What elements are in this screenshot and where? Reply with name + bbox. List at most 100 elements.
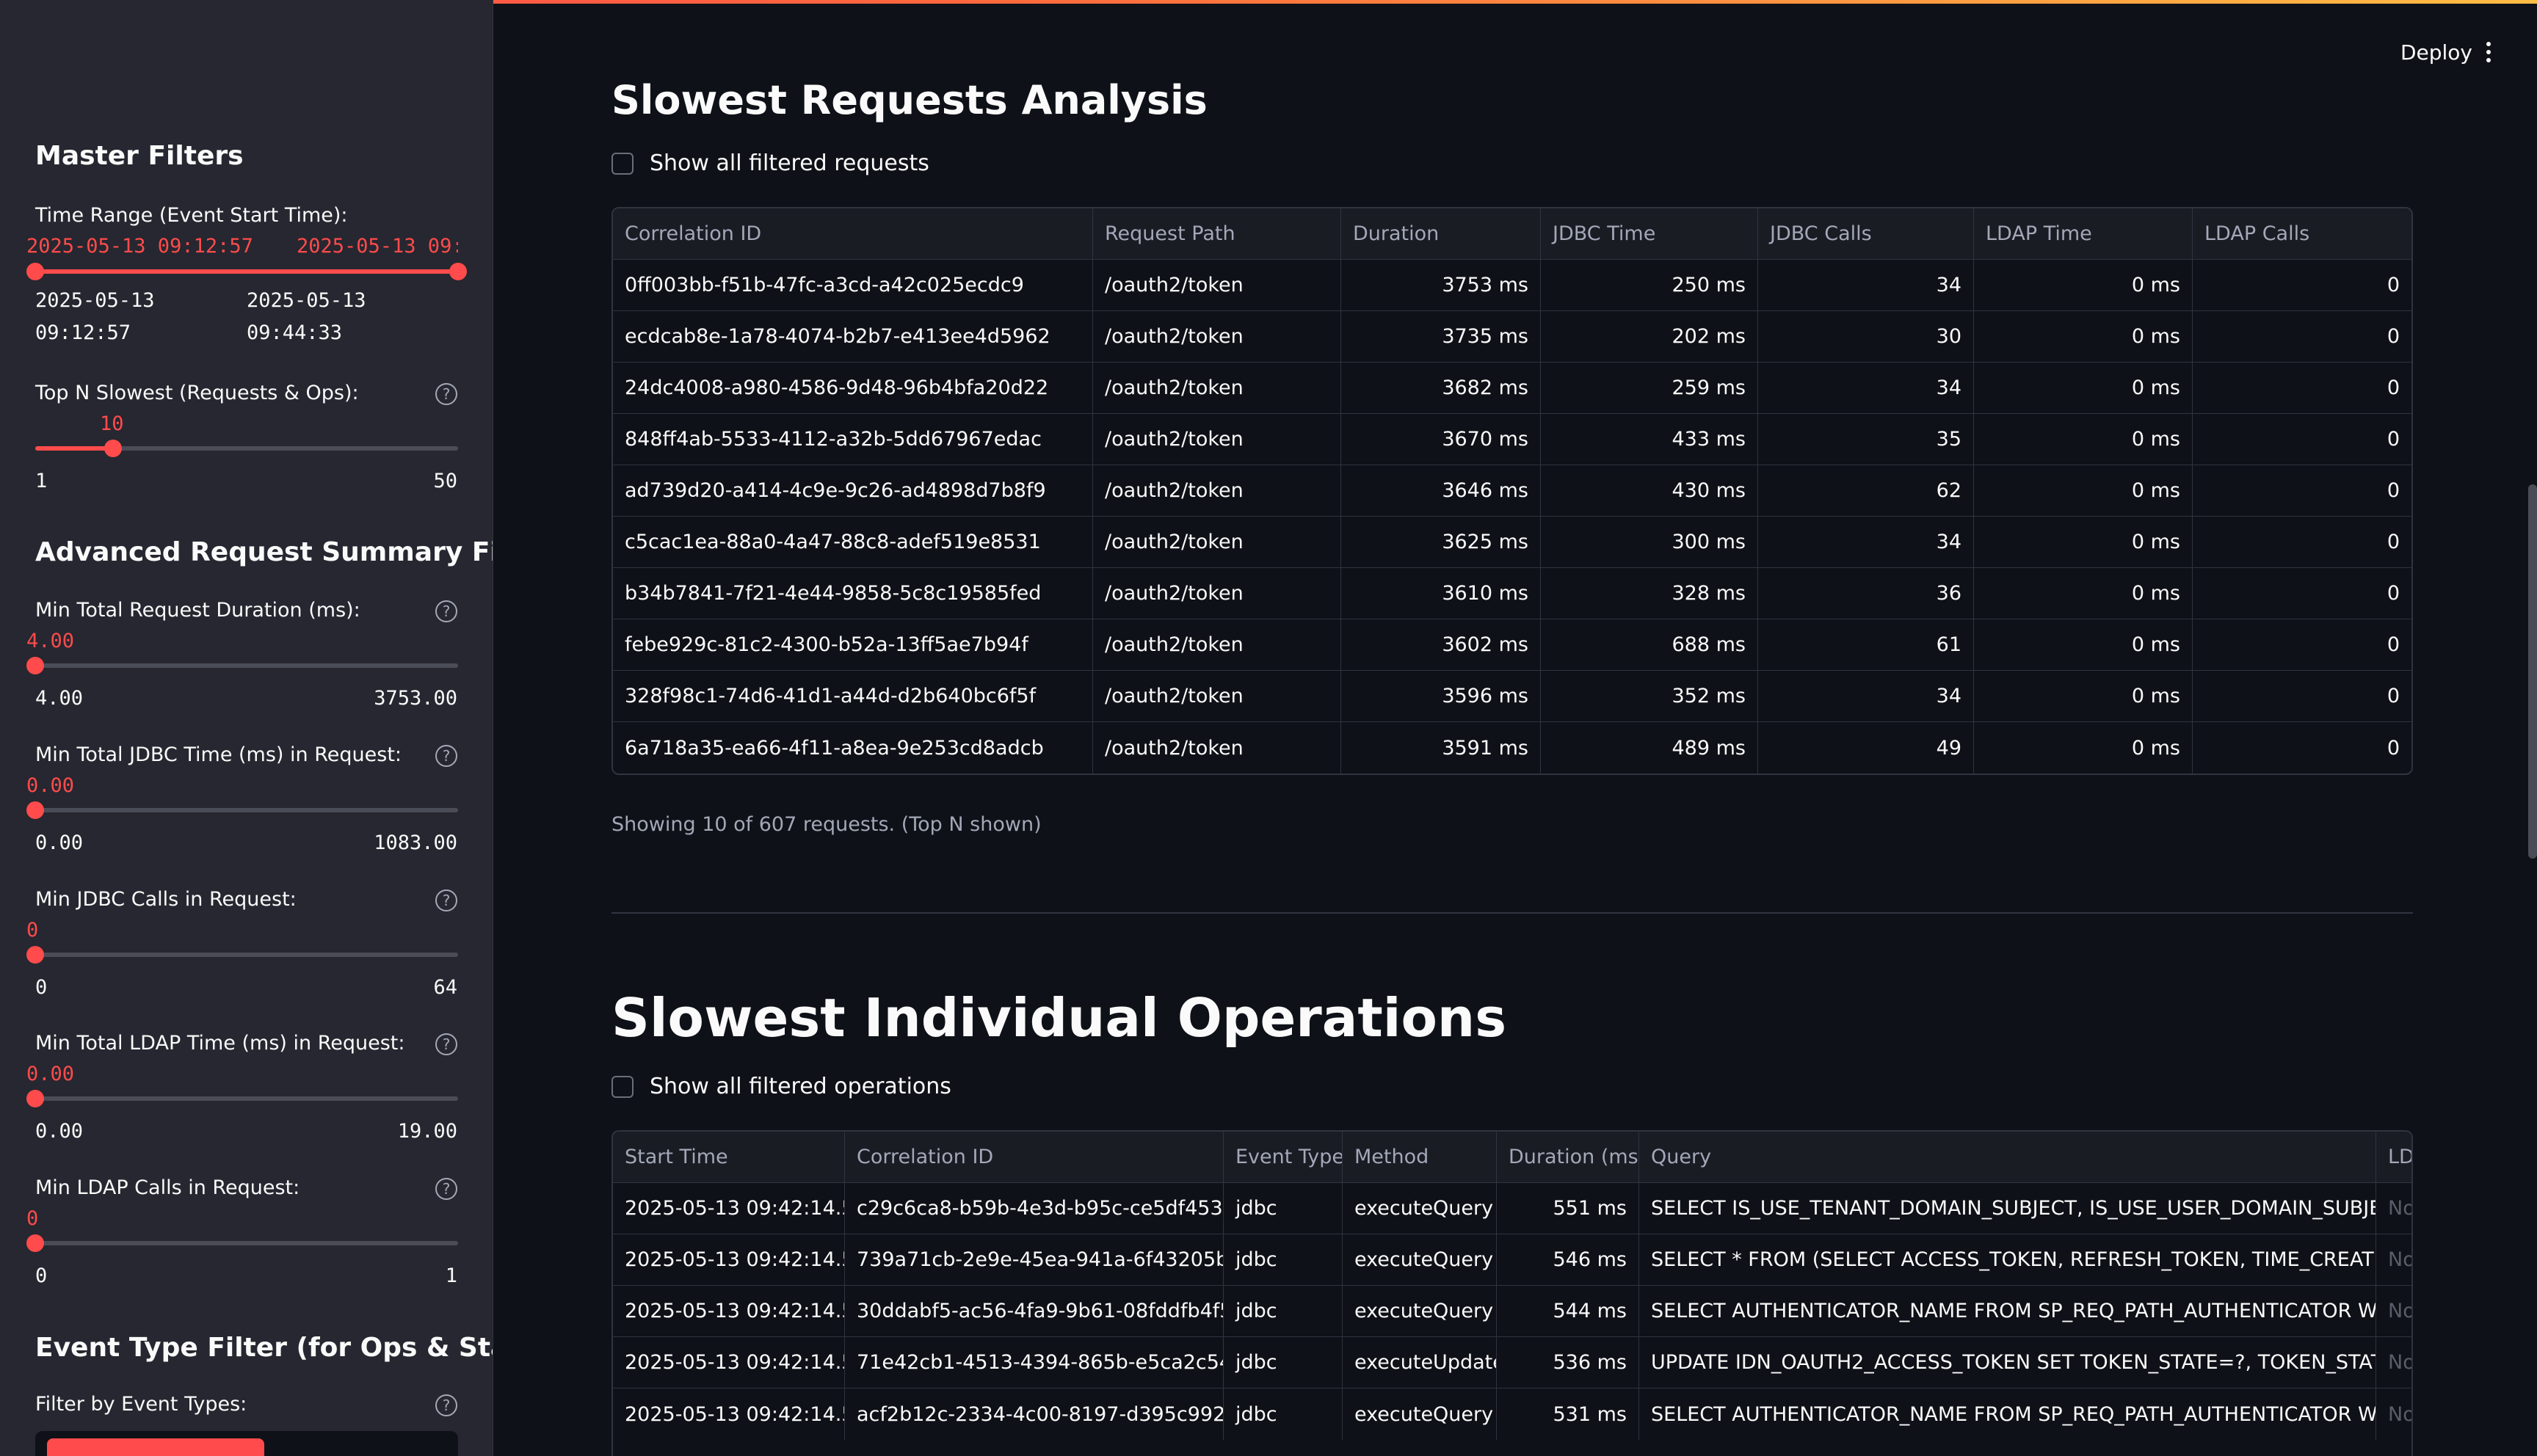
table-cell[interactable]: executeQuery (1343, 1286, 1497, 1336)
table-cell[interactable]: 30ddabf5-ac56-4fa9-9b61-08fddfb4f5b5 (845, 1286, 1224, 1336)
table-cell[interactable]: Nor (2376, 1337, 2411, 1388)
table-cell[interactable]: Nor (2376, 1183, 2411, 1234)
table-cell[interactable]: 489 ms (1541, 722, 1758, 774)
operations-table[interactable]: Start Time Correlation ID Event Type Met… (611, 1130, 2413, 1456)
table-cell[interactable]: c29c6ca8-b59b-4e3d-b95c-ce5df453eb56 (845, 1183, 1224, 1234)
time-range-track[interactable] (26, 263, 467, 280)
min-duration-track[interactable] (26, 657, 458, 674)
table-cell[interactable]: 0 ms (1974, 414, 2193, 465)
table-row[interactable]: 2025-05-13 09:42:14.57530ddabf5-ac56-4fa… (613, 1286, 2411, 1337)
table-cell[interactable]: /oauth2/token (1093, 414, 1341, 465)
table-cell[interactable]: 3646 ms (1341, 465, 1541, 516)
table-cell[interactable]: 848ff4ab-5533-4112-a32b-5dd67967edac (613, 414, 1093, 465)
help-icon[interactable]: ? (435, 889, 457, 911)
table-cell[interactable]: executeUpdate (1343, 1337, 1497, 1388)
table-cell[interactable]: executeQuery (1343, 1234, 1497, 1285)
table-cell[interactable]: 0 ms (1974, 260, 2193, 310)
deploy-button[interactable]: Deploy (2400, 40, 2472, 65)
table-cell[interactable]: 3602 ms (1341, 619, 1541, 670)
column-header[interactable]: Method (1343, 1132, 1497, 1182)
table-cell[interactable]: /oauth2/token (1093, 363, 1341, 413)
table-cell[interactable]: 688 ms (1541, 619, 1758, 670)
table-cell[interactable]: /oauth2/token (1093, 311, 1341, 362)
table-cell[interactable]: 6a718a35-ea66-4f11-a8ea-9e253cd8adcb (613, 722, 1093, 774)
table-cell[interactable]: 30 (1758, 311, 1974, 362)
table-row[interactable]: 24dc4008-a980-4586-9d48-96b4bfa20d22/oau… (613, 363, 2411, 414)
table-cell[interactable]: 328f98c1-74d6-41d1-a44d-d2b640bc6f5f (613, 671, 1093, 721)
column-header[interactable]: JDBC Time (1541, 208, 1758, 259)
min-ldap-time-track[interactable] (26, 1090, 458, 1107)
table-cell[interactable]: 2025-05-13 09:42:14.565 (613, 1183, 845, 1234)
column-header[interactable]: LDAP Time (1974, 208, 2193, 259)
table-cell[interactable]: 536 ms (1497, 1337, 1639, 1388)
table-row[interactable]: ad739d20-a414-4c9e-9c26-ad4898d7b8f9/oau… (613, 465, 2411, 517)
table-cell[interactable]: 300 ms (1541, 517, 1758, 567)
table-cell[interactable]: 35 (1758, 414, 1974, 465)
time-range-end-handle[interactable] (449, 263, 467, 280)
table-cell[interactable]: 544 ms (1497, 1286, 1639, 1336)
table-cell[interactable]: 551 ms (1497, 1183, 1639, 1234)
table-cell[interactable]: 531 ms (1497, 1388, 1639, 1440)
table-cell[interactable]: /oauth2/token (1093, 722, 1341, 774)
column-header[interactable]: LDAP Calls (2193, 208, 2411, 259)
table-cell[interactable]: 0 ms (1974, 722, 2193, 774)
table-cell[interactable]: 36 (1758, 568, 1974, 619)
table-cell[interactable]: Nor (2376, 1286, 2411, 1336)
column-header[interactable]: Duration (ms) (1497, 1132, 1639, 1182)
help-icon[interactable]: ? (435, 600, 457, 622)
table-row[interactable]: 0ff003bb-f51b-47fc-a3cd-a42c025ecdc9/oau… (613, 260, 2411, 311)
min-ldap-time-handle[interactable] (26, 1090, 44, 1107)
table-row[interactable]: 2025-05-13 09:42:14.578739a71cb-2e9e-45e… (613, 1234, 2411, 1286)
table-cell[interactable]: 34 (1758, 260, 1974, 310)
table-cell[interactable]: 0 (2193, 414, 2411, 465)
table-cell[interactable]: 0 ms (1974, 465, 2193, 516)
table-cell[interactable]: Nor (2376, 1234, 2411, 1285)
table-cell[interactable]: 61 (1758, 619, 1974, 670)
table-cell[interactable]: 0 (2193, 363, 2411, 413)
table-cell[interactable]: 739a71cb-2e9e-45ea-941a-6f43205bd741 (845, 1234, 1224, 1285)
show-all-operations-checkbox[interactable]: Show all filtered operations (611, 1074, 951, 1099)
event-type-tag[interactable] (47, 1438, 264, 1456)
table-cell[interactable]: 328 ms (1541, 568, 1758, 619)
table-cell[interactable]: SELECT AUTHENTICATOR_NAME FROM SP_REQ_PA… (1639, 1286, 2376, 1336)
table-cell[interactable]: /oauth2/token (1093, 465, 1341, 516)
column-header[interactable]: LDA (2376, 1132, 2411, 1182)
table-row[interactable]: b34b7841-7f21-4e44-9858-5c8c19585fed/oau… (613, 568, 2411, 619)
table-cell[interactable]: 3596 ms (1341, 671, 1541, 721)
table-cell[interactable]: 3682 ms (1341, 363, 1541, 413)
table-cell[interactable]: SELECT * FROM (SELECT ACCESS_TOKEN, REFR… (1639, 1234, 2376, 1285)
table-cell[interactable]: 0 (2193, 671, 2411, 721)
table-cell[interactable]: 3610 ms (1341, 568, 1541, 619)
help-icon[interactable]: ? (435, 745, 457, 767)
table-cell[interactable]: jdbc (1224, 1183, 1343, 1234)
table-row[interactable]: 2025-05-13 09:42:14.577acf2b12c-2334-4c0… (613, 1388, 2411, 1440)
min-ldap-calls-handle[interactable] (26, 1234, 44, 1252)
table-cell[interactable]: 0 ms (1974, 568, 2193, 619)
table-cell[interactable]: 0 (2193, 568, 2411, 619)
table-cell[interactable]: 0 (2193, 517, 2411, 567)
table-row[interactable]: 328f98c1-74d6-41d1-a44d-d2b640bc6f5f/oau… (613, 671, 2411, 722)
table-cell[interactable]: /oauth2/token (1093, 619, 1341, 670)
column-header[interactable]: Correlation ID (613, 208, 1093, 259)
column-header[interactable]: Event Type (1224, 1132, 1343, 1182)
event-type-multiselect[interactable] (35, 1431, 458, 1456)
column-header[interactable]: Duration (1341, 208, 1541, 259)
table-row[interactable]: 848ff4ab-5533-4112-a32b-5dd67967edac/oau… (613, 414, 2411, 465)
column-header[interactable]: Correlation ID (845, 1132, 1224, 1182)
checkbox-icon[interactable] (611, 1075, 634, 1098)
column-header[interactable]: JDBC Calls (1758, 208, 1974, 259)
column-header[interactable]: Query (1639, 1132, 2376, 1182)
table-cell[interactable]: jdbc (1224, 1337, 1343, 1388)
table-cell[interactable]: 3670 ms (1341, 414, 1541, 465)
table-cell[interactable]: executeQuery (1343, 1183, 1497, 1234)
scrollbar[interactable] (2528, 484, 2537, 859)
help-icon[interactable]: ? (435, 1033, 457, 1055)
table-row[interactable]: 6a718a35-ea66-4f11-a8ea-9e253cd8adcb/oau… (613, 722, 2411, 774)
table-cell[interactable]: 0 ms (1974, 311, 2193, 362)
table-cell[interactable]: 0ff003bb-f51b-47fc-a3cd-a42c025ecdc9 (613, 260, 1093, 310)
table-cell[interactable]: 49 (1758, 722, 1974, 774)
table-cell[interactable]: 352 ms (1541, 671, 1758, 721)
help-icon[interactable]: ? (435, 1394, 457, 1416)
top-n-handle[interactable] (104, 440, 122, 457)
table-cell[interactable]: /oauth2/token (1093, 517, 1341, 567)
